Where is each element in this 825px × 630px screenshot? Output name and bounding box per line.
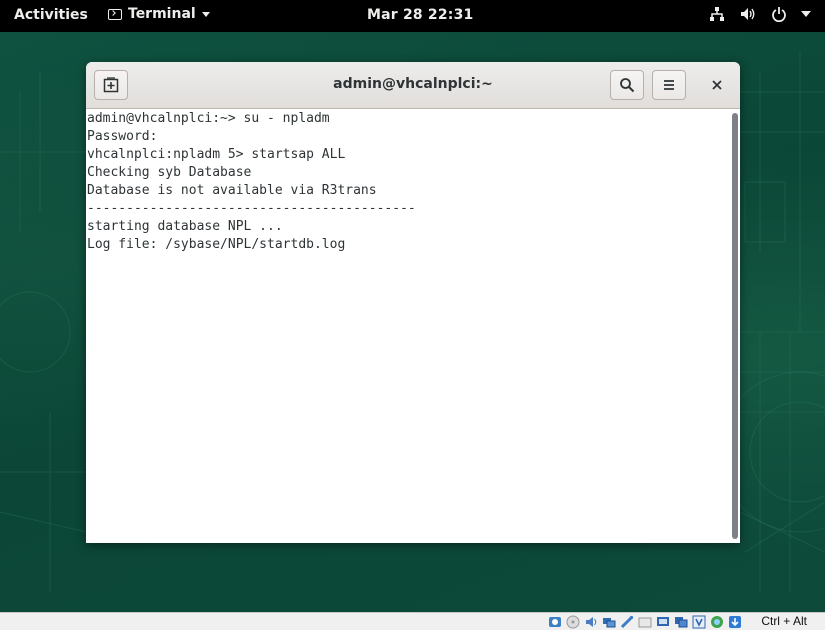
search-icon (620, 78, 635, 93)
terminal-lines: admin@vhcalnplci:~> su - npladm Password… (86, 110, 416, 254)
terminal-line: starting database NPL ... (87, 219, 283, 234)
video-capture-icon[interactable] (673, 614, 689, 629)
cpu-icon[interactable] (691, 614, 707, 629)
hdd-icon[interactable] (547, 614, 563, 629)
clock[interactable]: Mar 28 22:31 (367, 7, 473, 23)
keyboard-capture-icon[interactable] (727, 614, 743, 629)
audio-icon[interactable] (583, 614, 599, 629)
optical-icon[interactable] (565, 614, 581, 629)
network-icon[interactable] (709, 6, 725, 22)
system-menu-arrow-icon[interactable] (801, 11, 811, 17)
scrollbar[interactable] (730, 109, 740, 543)
terminal-line: admin@vhcalnplci:~> su - npladm (87, 111, 330, 126)
mouse-integration-icon[interactable] (709, 614, 725, 629)
window-header-bar[interactable]: admin@vhcalnplci:~ (86, 62, 740, 109)
search-button[interactable] (610, 70, 644, 100)
terminal-line: vhcalnplci:npladm 5> startsap ALL (87, 147, 346, 162)
terminal-icon (108, 8, 122, 20)
vm-status-icons (547, 613, 743, 630)
terminal-line: Checking syb Database (87, 165, 252, 180)
scrollbar-thumb[interactable] (732, 113, 738, 539)
top-bar: Activities Terminal Mar 28 22:31 (0, 0, 825, 32)
terminal-line: ----------------------------------------… (87, 201, 416, 216)
power-icon[interactable] (771, 6, 787, 22)
close-button[interactable] (706, 74, 728, 96)
usb-icon[interactable] (619, 614, 635, 629)
terminal-line: Database is not available via R3trans (87, 183, 377, 198)
volume-icon[interactable] (739, 6, 757, 22)
terminal-line: Log file: /sybase/NPL/startdb.log (87, 237, 346, 252)
shared-folder-icon[interactable] (637, 614, 653, 629)
hamburger-menu-icon (664, 80, 674, 90)
terminal-line: Password: (87, 129, 158, 144)
host-key-label: Ctrl + Alt (761, 614, 807, 628)
display-icon[interactable] (655, 614, 671, 629)
vm-status-bar: Ctrl + Alt (0, 612, 825, 630)
app-menu[interactable]: Terminal (108, 6, 210, 22)
network-adapter-icon[interactable] (601, 614, 617, 629)
activities-button[interactable]: Activities (14, 7, 88, 23)
terminal-window[interactable]: admin@vhcalnplci:~ admin@vhcalnplci:~> s… (86, 62, 740, 543)
chevron-down-icon (201, 11, 210, 17)
close-icon (712, 80, 722, 90)
app-menu-label: Terminal (128, 6, 196, 22)
terminal-output[interactable]: admin@vhcalnplci:~> su - npladm Password… (86, 109, 730, 543)
menu-button[interactable] (652, 70, 686, 100)
system-tray[interactable] (709, 6, 811, 22)
